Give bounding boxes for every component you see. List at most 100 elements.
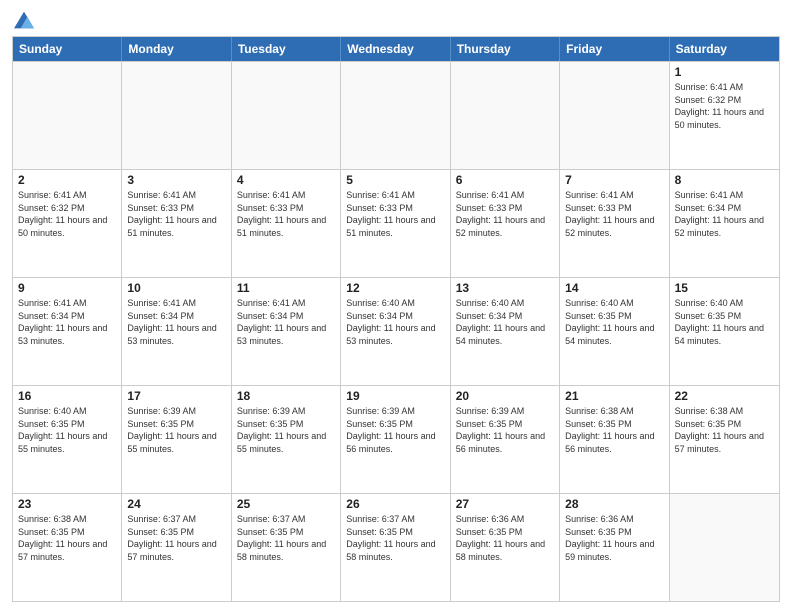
day-number: 19 bbox=[346, 389, 444, 403]
day-info: Sunrise: 6:38 AMSunset: 6:35 PMDaylight:… bbox=[565, 406, 654, 454]
calendar-cell: 10 Sunrise: 6:41 AMSunset: 6:34 PMDayligh… bbox=[122, 278, 231, 385]
day-info: Sunrise: 6:38 AMSunset: 6:35 PMDaylight:… bbox=[18, 514, 107, 562]
calendar-cell: 7 Sunrise: 6:41 AMSunset: 6:33 PMDaylight… bbox=[560, 170, 669, 277]
calendar-cell: 24 Sunrise: 6:37 AMSunset: 6:35 PMDayligh… bbox=[122, 494, 231, 601]
calendar-row: 16Sunrise: 6:40 AMSunset: 6:35 PMDayligh… bbox=[13, 385, 779, 493]
day-info: Sunrise: 6:41 AMSunset: 6:33 PMDaylight:… bbox=[565, 190, 654, 238]
day-info: Sunrise: 6:39 AMSunset: 6:35 PMDaylight:… bbox=[346, 406, 435, 454]
day-number: 6 bbox=[456, 173, 554, 187]
calendar-cell bbox=[13, 62, 122, 169]
day-number: 5 bbox=[346, 173, 444, 187]
calendar-cell: 15 Sunrise: 6:40 AMSunset: 6:35 PMDayligh… bbox=[670, 278, 779, 385]
calendar-cell: 19 Sunrise: 6:39 AMSunset: 6:35 PMDayligh… bbox=[341, 386, 450, 493]
day-info: Sunrise: 6:41 AMSunset: 6:33 PMDaylight:… bbox=[237, 190, 326, 238]
day-number: 27 bbox=[456, 497, 554, 511]
calendar-body: 1 Sunrise: 6:41 AMSunset: 6:32 PMDaylight… bbox=[13, 61, 779, 601]
day-number: 9 bbox=[18, 281, 116, 295]
day-number: 26 bbox=[346, 497, 444, 511]
day-info: Sunrise: 6:41 AMSunset: 6:34 PMDaylight:… bbox=[127, 298, 216, 346]
day-number: 25 bbox=[237, 497, 335, 511]
day-info: Sunrise: 6:41 AMSunset: 6:32 PMDaylight:… bbox=[675, 82, 764, 130]
day-info: Sunrise: 6:37 AMSunset: 6:35 PMDaylight:… bbox=[127, 514, 216, 562]
calendar-cell bbox=[232, 62, 341, 169]
day-number: 20 bbox=[456, 389, 554, 403]
day-number: 13 bbox=[456, 281, 554, 295]
day-number: 7 bbox=[565, 173, 663, 187]
calendar-cell: 26 Sunrise: 6:37 AMSunset: 6:35 PMDayligh… bbox=[341, 494, 450, 601]
day-number: 14 bbox=[565, 281, 663, 295]
day-info: Sunrise: 6:41 AMSunset: 6:32 PMDaylight:… bbox=[18, 190, 107, 238]
calendar-cell: 12 Sunrise: 6:40 AMSunset: 6:34 PMDayligh… bbox=[341, 278, 450, 385]
calendar-cell: 28Sunrise: 6:36 AMSunset: 6:35 PMDayligh… bbox=[560, 494, 669, 601]
day-number: 12 bbox=[346, 281, 444, 295]
calendar-row: 2Sunrise: 6:41 AMSunset: 6:32 PMDaylight… bbox=[13, 169, 779, 277]
calendar-cell: 20 Sunrise: 6:39 AMSunset: 6:35 PMDayligh… bbox=[451, 386, 560, 493]
day-info: Sunrise: 6:36 AMSunset: 6:35 PMDaylight:… bbox=[456, 514, 545, 562]
calendar-cell bbox=[560, 62, 669, 169]
calendar-cell: 27 Sunrise: 6:36 AMSunset: 6:35 PMDayligh… bbox=[451, 494, 560, 601]
day-number: 17 bbox=[127, 389, 225, 403]
weekday-header: Sunday bbox=[13, 37, 122, 61]
day-number: 8 bbox=[675, 173, 774, 187]
calendar-cell: 25 Sunrise: 6:37 AMSunset: 6:35 PMDayligh… bbox=[232, 494, 341, 601]
day-number: 23 bbox=[18, 497, 116, 511]
day-info: Sunrise: 6:39 AMSunset: 6:35 PMDaylight:… bbox=[237, 406, 326, 454]
calendar-cell bbox=[341, 62, 450, 169]
day-info: Sunrise: 6:40 AMSunset: 6:35 PMDaylight:… bbox=[675, 298, 764, 346]
calendar-cell: 17 Sunrise: 6:39 AMSunset: 6:35 PMDayligh… bbox=[122, 386, 231, 493]
weekday-header: Friday bbox=[560, 37, 669, 61]
calendar-cell: 22 Sunrise: 6:38 AMSunset: 6:35 PMDayligh… bbox=[670, 386, 779, 493]
day-number: 11 bbox=[237, 281, 335, 295]
calendar-cell bbox=[122, 62, 231, 169]
day-info: Sunrise: 6:37 AMSunset: 6:35 PMDaylight:… bbox=[237, 514, 326, 562]
day-number: 21 bbox=[565, 389, 663, 403]
calendar-cell bbox=[670, 494, 779, 601]
day-number: 16 bbox=[18, 389, 116, 403]
header bbox=[12, 10, 780, 30]
calendar-cell: 6 Sunrise: 6:41 AMSunset: 6:33 PMDaylight… bbox=[451, 170, 560, 277]
calendar-cell: 8 Sunrise: 6:41 AMSunset: 6:34 PMDaylight… bbox=[670, 170, 779, 277]
day-info: Sunrise: 6:41 AMSunset: 6:33 PMDaylight:… bbox=[346, 190, 435, 238]
day-info: Sunrise: 6:40 AMSunset: 6:35 PMDaylight:… bbox=[565, 298, 654, 346]
calendar-cell bbox=[451, 62, 560, 169]
day-number: 18 bbox=[237, 389, 335, 403]
calendar-cell: 5 Sunrise: 6:41 AMSunset: 6:33 PMDaylight… bbox=[341, 170, 450, 277]
calendar-cell: 23 Sunrise: 6:38 AMSunset: 6:35 PMDayligh… bbox=[13, 494, 122, 601]
day-info: Sunrise: 6:41 AMSunset: 6:33 PMDaylight:… bbox=[127, 190, 216, 238]
day-number: 22 bbox=[675, 389, 774, 403]
day-info: Sunrise: 6:38 AMSunset: 6:35 PMDaylight:… bbox=[675, 406, 764, 454]
calendar-cell: 9Sunrise: 6:41 AMSunset: 6:34 PMDaylight… bbox=[13, 278, 122, 385]
calendar-cell: 21 Sunrise: 6:38 AMSunset: 6:35 PMDayligh… bbox=[560, 386, 669, 493]
day-info: Sunrise: 6:41 AMSunset: 6:34 PMDaylight:… bbox=[675, 190, 764, 238]
day-number: 24 bbox=[127, 497, 225, 511]
calendar-row: 23 Sunrise: 6:38 AMSunset: 6:35 PMDayligh… bbox=[13, 493, 779, 601]
day-info: Sunrise: 6:39 AMSunset: 6:35 PMDaylight:… bbox=[127, 406, 216, 454]
day-number: 15 bbox=[675, 281, 774, 295]
day-info: Sunrise: 6:41 AMSunset: 6:33 PMDaylight:… bbox=[456, 190, 545, 238]
day-number: 10 bbox=[127, 281, 225, 295]
calendar: SundayMondayTuesdayWednesdayThursdayFrid… bbox=[12, 36, 780, 602]
day-info: Sunrise: 6:40 AMSunset: 6:34 PMDaylight:… bbox=[456, 298, 545, 346]
day-info: Sunrise: 6:40 AMSunset: 6:34 PMDaylight:… bbox=[346, 298, 435, 346]
day-number: 3 bbox=[127, 173, 225, 187]
calendar-cell: 4 Sunrise: 6:41 AMSunset: 6:33 PMDaylight… bbox=[232, 170, 341, 277]
calendar-cell: 3 Sunrise: 6:41 AMSunset: 6:33 PMDaylight… bbox=[122, 170, 231, 277]
day-info: Sunrise: 6:41 AMSunset: 6:34 PMDaylight:… bbox=[237, 298, 326, 346]
weekday-header: Thursday bbox=[451, 37, 560, 61]
calendar-cell: 2Sunrise: 6:41 AMSunset: 6:32 PMDaylight… bbox=[13, 170, 122, 277]
calendar-row: 1 Sunrise: 6:41 AMSunset: 6:32 PMDaylight… bbox=[13, 61, 779, 169]
day-info: Sunrise: 6:36 AMSunset: 6:35 PMDaylight:… bbox=[565, 514, 654, 562]
weekday-header: Tuesday bbox=[232, 37, 341, 61]
calendar-row: 9 Sunrise: 6:41 AMSunset: 6:34 PMDaylight… bbox=[13, 277, 779, 385]
day-number: 4 bbox=[237, 173, 335, 187]
day-info: Sunrise: 6:39 AMSunset: 6:35 PMDaylight:… bbox=[456, 406, 545, 454]
calendar-cell: 13 Sunrise: 6:40 AMSunset: 6:34 PMDayligh… bbox=[451, 278, 560, 385]
day-number: 1 bbox=[675, 65, 774, 79]
logo bbox=[12, 10, 34, 30]
weekday-header: Saturday bbox=[670, 37, 779, 61]
day-info: Sunrise: 6:37 AMSunset: 6:35 PMDaylight:… bbox=[346, 514, 435, 562]
page: SundayMondayTuesdayWednesdayThursdayFrid… bbox=[0, 0, 792, 612]
weekday-header: Wednesday bbox=[341, 37, 450, 61]
calendar-header: SundayMondayTuesdayWednesdayThursdayFrid… bbox=[13, 37, 779, 61]
logo-icon bbox=[14, 10, 34, 30]
